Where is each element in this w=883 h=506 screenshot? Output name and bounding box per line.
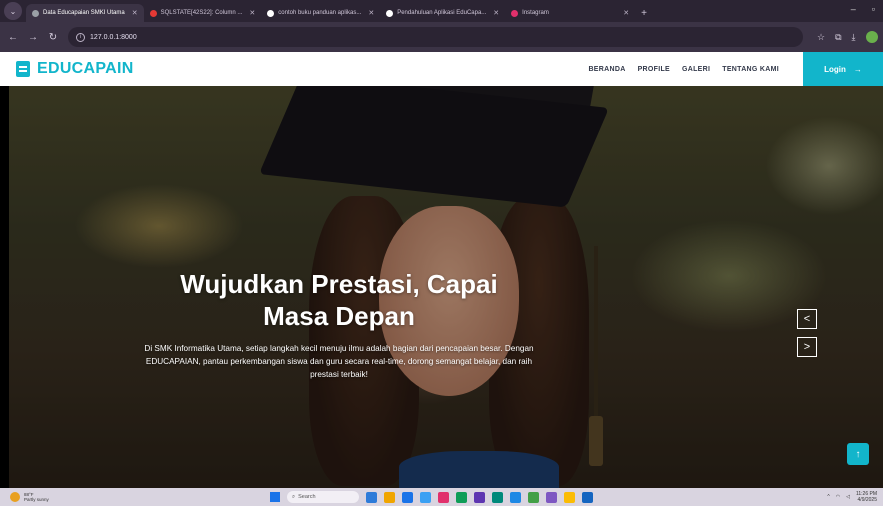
site-navbar: EDUCAPAIN BERANDA PROFILE GALERI TENTANG… xyxy=(0,52,883,86)
browser-tab-strip: ⌄ Data Educapaian SMKI Utama ✕ SQLSTATE[… xyxy=(0,0,883,22)
brand-logo[interactable]: EDUCAPAIN xyxy=(16,60,134,78)
hero-content: Wujudkan Prestasi, Capai Masa Depan Di S… xyxy=(139,268,539,381)
tab-title: contoh buku panduan aplikas... xyxy=(278,10,362,16)
browser-tab[interactable]: Instagram ✕ xyxy=(505,4,635,22)
taskbar-search[interactable]: ⌕ Search xyxy=(287,491,359,503)
bookmark-star-icon[interactable]: ☆ xyxy=(817,32,825,43)
login-button[interactable]: Login → xyxy=(803,52,883,86)
taskbar-app-icon[interactable] xyxy=(564,491,575,503)
taskbar-app-icon[interactable] xyxy=(384,491,395,503)
taskbar-app-icon[interactable] xyxy=(474,491,485,503)
toolbar-icons: ☆ ⧉ ⤓ xyxy=(817,31,878,43)
book-icon xyxy=(16,61,30,77)
maximize-button[interactable]: ▫ xyxy=(872,4,875,14)
clock[interactable]: 11:26 PM 4/9/2025 xyxy=(856,491,877,503)
site-info-icon[interactable]: i xyxy=(76,32,85,42)
weather-sun-icon xyxy=(10,492,20,502)
hero-title-line: Masa Depan xyxy=(263,301,415,331)
taskbar-app-icon[interactable] xyxy=(456,491,467,503)
minimize-button[interactable]: – xyxy=(851,4,856,14)
browser-tab[interactable]: contoh buku panduan aplikas... ✕ xyxy=(261,4,380,22)
wifi-icon[interactable]: ◠ xyxy=(836,494,840,500)
back-to-top-button[interactable]: ↑ xyxy=(847,443,869,465)
clock-date: 4/9/2025 xyxy=(857,497,877,503)
tray-chevron-icon[interactable]: ^ xyxy=(827,494,829,500)
taskbar-app-icon[interactable] xyxy=(582,491,593,503)
address-bar[interactable]: i 127.0.0.1:8000 xyxy=(68,27,803,47)
profile-avatar-icon[interactable] xyxy=(865,31,878,43)
nav-link-tentang-kami[interactable]: TENTANG KAMI xyxy=(722,66,779,73)
chevron-left-icon: < xyxy=(803,313,811,325)
nav-link-beranda[interactable]: BERANDA xyxy=(588,66,625,73)
login-label: Login xyxy=(824,64,846,74)
system-tray: ^ ◠ ◁ 11:26 PM 4/9/2025 xyxy=(827,491,877,503)
windows-start-icon[interactable] xyxy=(270,492,280,502)
nav-link-galeri[interactable]: GALERI xyxy=(682,66,710,73)
taskbar-app-icon[interactable] xyxy=(438,491,449,503)
search-placeholder: Search xyxy=(298,494,316,500)
browser-tab[interactable]: Pendahuluan Aplikasi EduCapa... ✕ xyxy=(380,4,505,22)
taskbar-app-icon[interactable] xyxy=(366,491,377,503)
tab-close-icon[interactable]: ✕ xyxy=(368,9,374,17)
hero-title: Wujudkan Prestasi, Capai Masa Depan xyxy=(139,268,539,332)
tab-favicon-icon xyxy=(267,9,275,17)
reload-icon[interactable]: ↻ xyxy=(46,32,60,43)
back-icon[interactable]: ← xyxy=(6,32,20,43)
browser-tab[interactable]: SQLSTATE[42S22]: Column ... ✕ xyxy=(144,4,262,22)
taskbar-app-icon[interactable] xyxy=(510,491,521,503)
taskbar-app-icon[interactable] xyxy=(420,491,431,503)
weather-desc: Partly sunny xyxy=(24,497,49,502)
browser-tab[interactable]: Data Educapaian SMKI Utama ✕ xyxy=(26,4,144,22)
tab-close-icon[interactable]: ✕ xyxy=(132,9,138,17)
tab-title: Instagram xyxy=(522,10,549,16)
download-icon[interactable]: ⤓ xyxy=(852,32,856,43)
arrow-right-icon: → xyxy=(853,64,862,74)
arrow-up-icon: ↑ xyxy=(855,448,861,460)
tab-favicon-icon xyxy=(386,9,394,17)
tab-search-icon[interactable]: ⌄ xyxy=(4,2,22,20)
tab-close-icon[interactable]: ✕ xyxy=(249,9,255,17)
tab-close-icon[interactable]: ✕ xyxy=(493,9,499,17)
nav-link-profile[interactable]: PROFILE xyxy=(638,66,670,73)
tab-title: SQLSTATE[42S22]: Column ... xyxy=(160,10,243,16)
taskbar-app-icon[interactable] xyxy=(546,491,557,503)
extensions-icon[interactable]: ⧉ xyxy=(835,32,841,43)
tab-title: Data Educapaian SMKI Utama xyxy=(43,10,125,16)
url-text: 127.0.0.1:8000 xyxy=(90,33,137,41)
taskbar-app-icon[interactable] xyxy=(492,491,503,503)
tab-favicon-icon xyxy=(511,9,519,17)
taskbar-app-icon[interactable] xyxy=(528,491,539,503)
browser-toolbar: ← → ↻ i 127.0.0.1:8000 ☆ ⧉ ⤓ xyxy=(0,22,883,52)
new-tab-button[interactable]: + xyxy=(635,8,653,22)
tab-favicon-icon xyxy=(149,9,157,17)
weather-widget[interactable]: 88°F Partly sunny xyxy=(10,492,49,502)
chevron-right-icon: > xyxy=(803,341,811,353)
os-taskbar: 88°F Partly sunny ⌕ Search ^ ◠ ◁ 11:26 P… xyxy=(0,488,883,506)
main-menu: BERANDA PROFILE GALERI TENTANG KAMI xyxy=(588,66,779,73)
forward-icon[interactable]: → xyxy=(26,32,40,43)
hero-description: Di SMK Informatika Utama, setiap langkah… xyxy=(144,344,534,379)
taskbar-app-icon[interactable] xyxy=(402,491,413,503)
tab-title: Pendahuluan Aplikasi EduCapa... xyxy=(397,10,487,16)
tab-close-icon[interactable]: ✕ xyxy=(623,9,629,17)
brand-name: EDUCAPAIN xyxy=(37,60,134,77)
window-controls: – ▫ xyxy=(851,4,875,14)
taskbar-apps: ⌕ Search xyxy=(270,491,593,503)
carousel-prev-button[interactable]: < xyxy=(797,309,817,329)
volume-icon[interactable]: ◁ xyxy=(846,494,850,500)
carousel-next-button[interactable]: > xyxy=(797,337,817,357)
search-icon: ⌕ xyxy=(292,493,296,500)
tab-favicon-icon xyxy=(32,9,39,17)
hero-carousel: Wujudkan Prestasi, Capai Masa Depan Di S… xyxy=(9,86,883,488)
hero-title-line: Wujudkan Prestasi, Capai xyxy=(180,269,498,299)
